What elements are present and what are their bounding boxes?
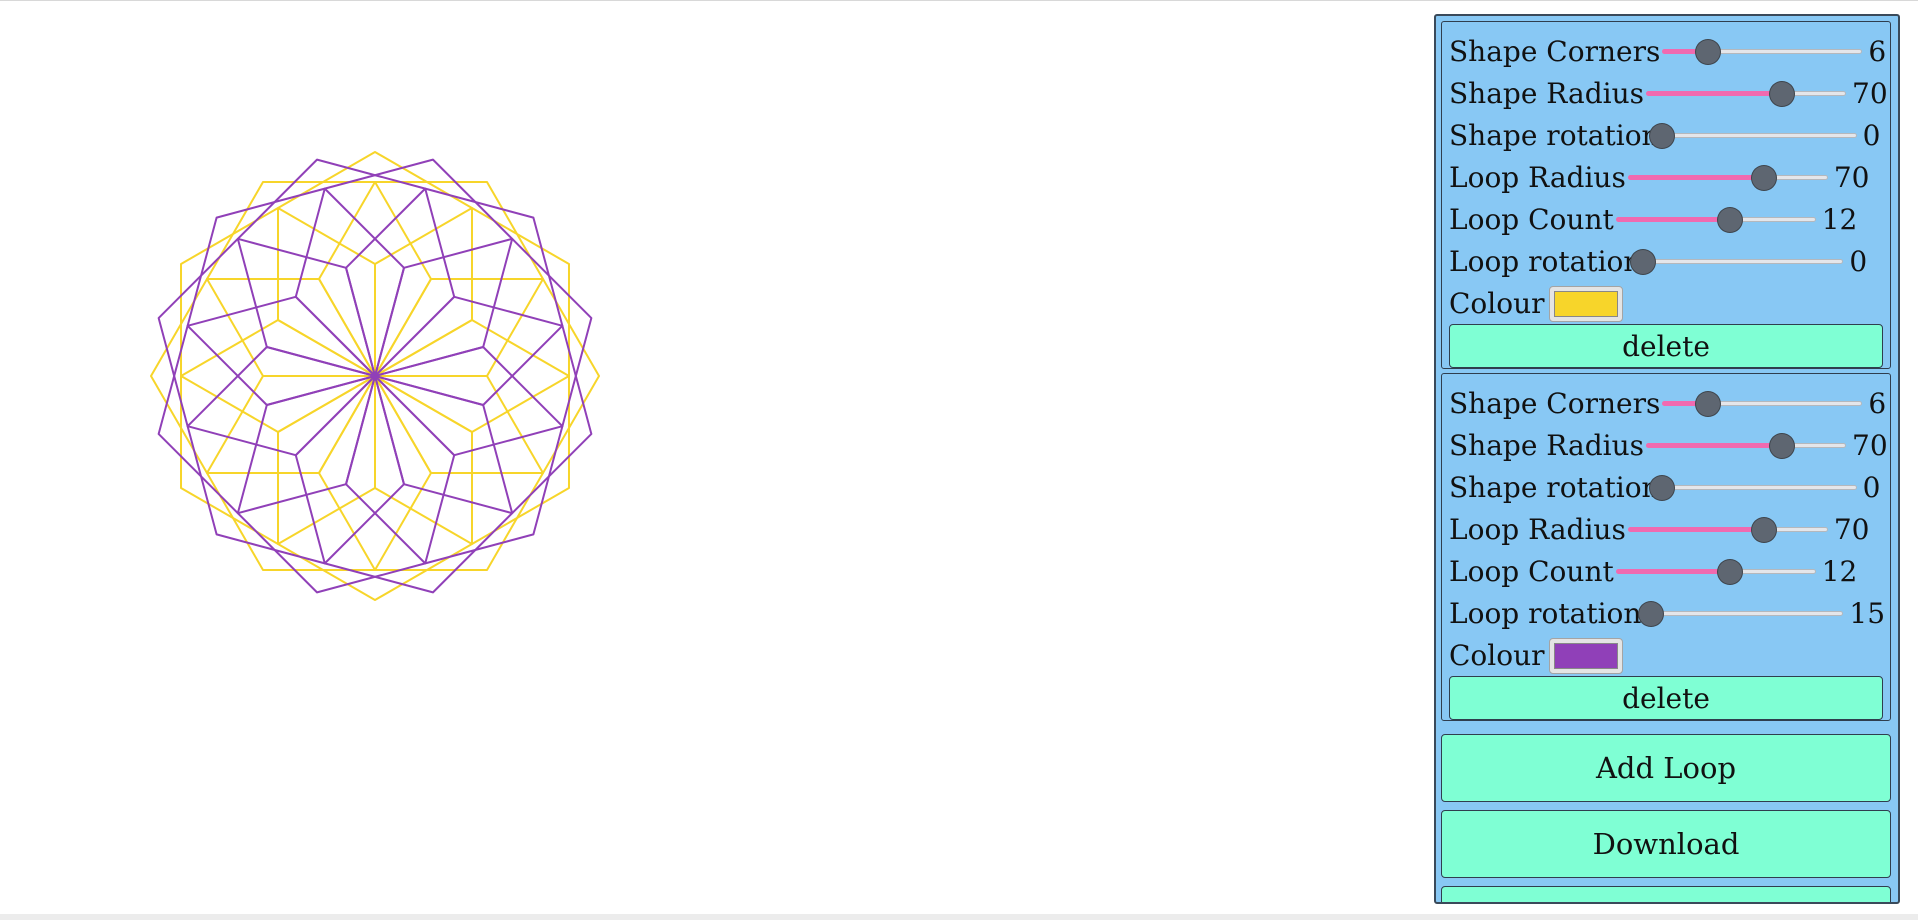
shape-corners-row: Shape Corners 6 [1449,32,1886,72]
download-button[interactable]: Download [1441,810,1891,878]
shape-radius-row: Shape Radius 70 [1449,74,1888,114]
shape-radius-label: Shape Radius [1449,429,1645,462]
colour-row: Colour [1449,284,1623,324]
loop-rotation-row: Loop rotation 15 [1449,594,1885,634]
slider-thumb[interactable] [1639,602,1664,626]
shape-corners-row: Shape Corners 6 [1449,384,1886,424]
loop-rotation-value: 0 [1849,245,1868,278]
shape-corners-slider[interactable] [1662,389,1863,419]
slider-thumb[interactable] [1696,392,1721,416]
slider-thumb[interactable] [1717,208,1742,232]
shape-radius-slider[interactable] [1646,431,1847,461]
loop-radius-row: Loop Radius 70 [1449,158,1869,198]
shape-rotation-row: Shape rotation 0 [1449,116,1880,156]
shape-radius-value: 70 [1852,429,1888,462]
slider-thumb[interactable] [1717,560,1742,584]
loop-radius-value: 70 [1833,161,1870,194]
pattern-canvas [150,151,600,601]
loop-controls-2: Shape Corners 6 Shape Radius 70 Shape ro… [1441,373,1891,721]
slider-thumb[interactable] [1751,166,1776,190]
shape-corners-value: 6 [1868,35,1887,68]
loop-radius-slider[interactable] [1627,163,1828,193]
colour-swatch [1553,643,1618,669]
colour-swatch [1553,291,1618,317]
shape-radius-value: 70 [1852,77,1888,110]
delete-button[interactable]: delete [1449,676,1883,720]
loop-count-row: Loop Count 12 [1449,552,1857,592]
loop-radius-row: Loop Radius 70 [1449,510,1869,550]
slider-thumb[interactable] [1751,518,1776,542]
loop-rotation-slider[interactable] [1639,599,1844,629]
shape-rotation-label: Shape rotation [1449,471,1660,504]
loop-count-label: Loop Count [1449,555,1614,588]
controls-panel: Shape Corners 6 Shape Radius 70 Shape ro… [1434,14,1900,904]
colour-row: Colour [1449,636,1623,676]
slider-thumb[interactable] [1696,40,1721,64]
shape-rotation-slider[interactable] [1649,121,1857,151]
shape-corners-label: Shape Corners [1449,387,1661,420]
loop-count-label: Loop Count [1449,203,1614,236]
slider-thumb[interactable] [1631,250,1656,274]
loop-count-row: Loop Count 12 [1449,200,1857,240]
loop-radius-slider[interactable] [1627,515,1828,545]
slider-thumb[interactable] [1770,82,1795,106]
loop-rotation-row: Loop rotation 0 [1449,242,1867,282]
loop-radius-value: 70 [1833,513,1870,546]
loop-radius-label: Loop Radius [1449,513,1626,546]
colour-picker[interactable] [1548,286,1623,322]
shape-corners-label: Shape Corners [1449,35,1661,68]
delete-button[interactable]: delete [1449,324,1883,368]
shape-rotation-row: Shape rotation 0 [1449,468,1880,508]
shape-corners-value: 6 [1868,387,1887,420]
loop-rotation-slider[interactable] [1631,247,1844,277]
loop-rotation-value: 15 [1849,597,1886,630]
loop-rotation-label: Loop rotation [1449,245,1642,278]
shape-rotation-value: 0 [1862,471,1881,504]
horizontal-scrollbar[interactable] [0,914,1918,920]
slider-thumb[interactable] [1649,476,1674,500]
loop-count-value: 12 [1821,203,1858,236]
colour-label: Colour [1449,639,1545,672]
shape-radius-label: Shape Radius [1449,77,1645,110]
loop-count-slider[interactable] [1615,557,1816,587]
next-button-partial[interactable] [1441,886,1891,902]
shape-radius-slider[interactable] [1646,79,1847,109]
loop-count-value: 12 [1821,555,1858,588]
loop-radius-label: Loop Radius [1449,161,1626,194]
add-loop-button[interactable]: Add Loop [1441,734,1891,802]
colour-picker[interactable] [1548,638,1623,674]
shape-rotation-slider[interactable] [1649,473,1857,503]
slider-thumb[interactable] [1770,434,1795,458]
loop-controls-1: Shape Corners 6 Shape Radius 70 Shape ro… [1441,21,1891,369]
colour-label: Colour [1449,287,1545,320]
shape-radius-row: Shape Radius 70 [1449,426,1888,466]
loop-rotation-label: Loop rotation [1449,597,1642,630]
loop-count-slider[interactable] [1615,205,1816,235]
shape-rotation-value: 0 [1862,119,1881,152]
shape-corners-slider[interactable] [1662,37,1863,67]
slider-thumb[interactable] [1649,124,1674,148]
shape-rotation-label: Shape rotation [1449,119,1660,152]
